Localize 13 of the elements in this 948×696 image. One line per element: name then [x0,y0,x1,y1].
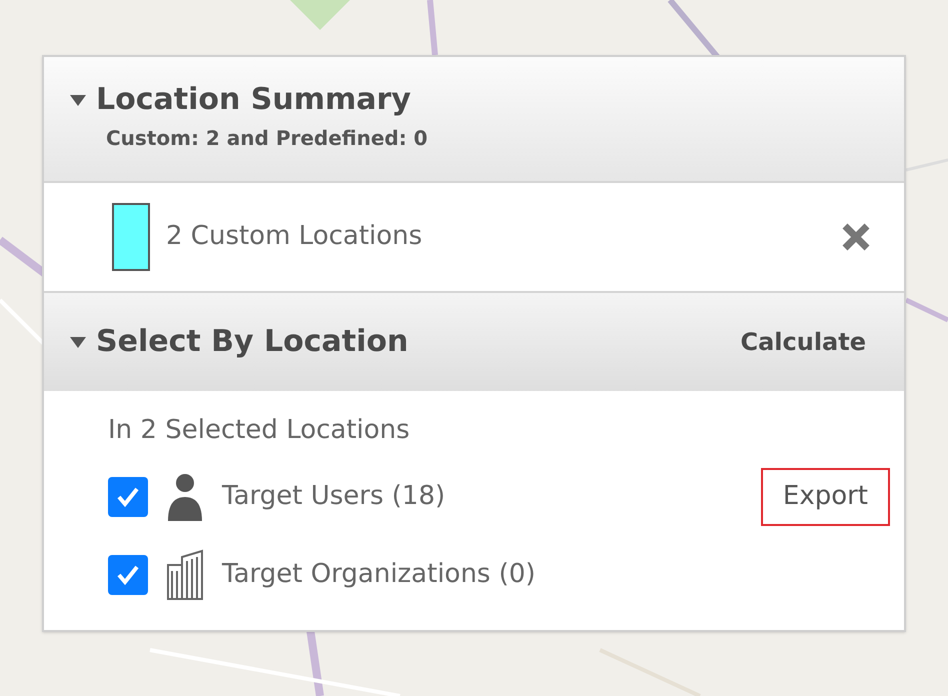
close-icon[interactable] [840,220,872,252]
section-title: Location Summary [96,81,411,118]
export-button[interactable]: Export [760,468,890,526]
target-label: Target Organizations (0) [222,558,537,591]
building-icon [164,548,206,600]
calculate-button[interactable]: Calculate [740,324,866,360]
checkbox[interactable] [108,476,148,516]
target-label: Target Users (18) [222,480,446,513]
location-label: 2 Custom Locations [166,220,424,253]
checkbox[interactable] [108,554,148,594]
section-title: Select By Location [96,323,410,361]
summary-text: Custom: 2 and Predefined: 0 [105,124,429,152]
caption-text: In 2 Selected Locations [108,414,411,446]
